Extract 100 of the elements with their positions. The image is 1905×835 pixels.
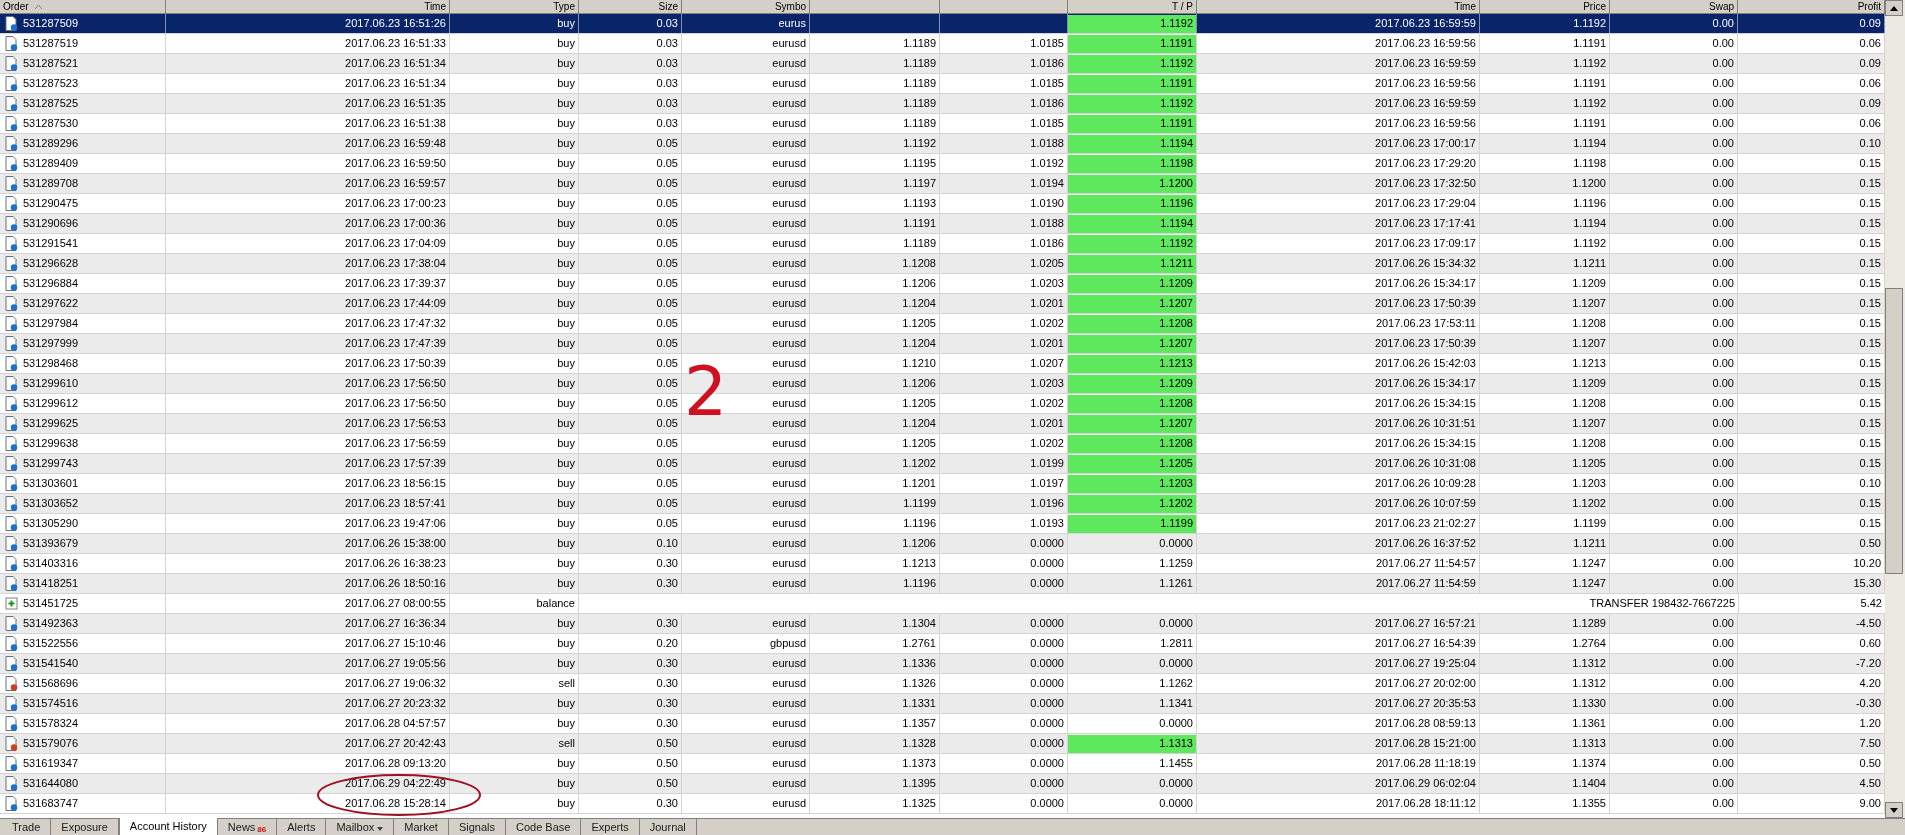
close-price-cell: 1.1289 <box>1480 614 1610 633</box>
table-row[interactable]: 531289409 2017.06.23 16:59:50 buy 0.05 eurusd 1.1195 1.0192 1.1198 2017.06.23 17:29:20 1.1198 0.00 0.15 <box>0 154 1885 174</box>
close-time-cell: 2017.06.23 17:17:41 <box>1197 214 1480 233</box>
document-icon <box>5 176 18 191</box>
type-cell: buy <box>450 274 579 293</box>
symbol-cell: eurusd <box>682 294 810 313</box>
table-row[interactable]: 531579076 2017.06.27 20:42:43 sell 0.50 eurusd 1.1328 0.0000 1.1313 2017.06.28 15:21:00 1.1313 0.00 7.50 <box>0 734 1885 754</box>
table-row[interactable]: 531287509 2017.06.23 16:51:26 buy 0.03 eurus 1.1192 2017.06.23 16:59:59 1.1192 0.00 0.09 <box>0 14 1885 34</box>
table-row[interactable]: 531418251 2017.06.26 18:50:16 buy 0.30 eurusd 1.1196 0.0000 1.1261 2017.06.27 11:54:59 1.1247 0.00 15.30 <box>0 574 1885 594</box>
table-row[interactable]: 531299638 2017.06.23 17:56:59 buy 0.05 eurusd 1.1205 1.0202 1.1208 2017.06.26 15:34:15 1.1208 0.00 0.15 <box>0 434 1885 454</box>
column-header[interactable]: Symbo <box>774 0 806 13</box>
symbol-cell: eurusd <box>682 674 810 693</box>
close-time-cell: 2017.06.28 18:11:12 <box>1197 794 1480 813</box>
table-row[interactable]: 531291541 2017.06.23 17:04:09 buy 0.05 eurusd 1.1189 1.0186 1.1192 2017.06.23 17:09:17 1.1192 0.00 0.15 <box>0 234 1885 254</box>
order-number: 531644080 <box>23 776 79 792</box>
table-row[interactable]: 531568696 2017.06.27 19:06:32 sell 0.30 eurusd 1.1326 0.0000 1.1262 2017.06.27 20:02:00 1.1312 0.00 4.20 <box>0 674 1885 694</box>
table-row[interactable]: 531287530 2017.06.23 16:51:38 buy 0.03 eurusd 1.1189 1.0185 1.1191 2017.06.23 16:59:56 1.1191 0.00 0.06 <box>0 114 1885 134</box>
tab[interactable]: Trade <box>2 819 52 835</box>
order-number: 531522556 <box>23 636 79 652</box>
size-cell: 0.05 <box>579 334 682 353</box>
table-row[interactable]: 531574516 2017.06.27 20:23:32 buy 0.30 eurusd 1.1331 0.0000 1.1341 2017.06.27 20:35:53 1.1330 0.00 -0.30 <box>0 694 1885 714</box>
table-row[interactable]: 531296628 2017.06.23 17:38:04 buy 0.05 eurusd 1.1208 1.0205 1.1211 2017.06.26 15:34:32 1.1211 0.00 0.15 <box>0 254 1885 274</box>
tab[interactable]: Code Base <box>506 819 582 835</box>
column-header[interactable]: Order <box>3 0 29 13</box>
document-icon <box>5 96 18 111</box>
swap-cell: 0.00 <box>1610 74 1738 93</box>
document-icon <box>5 416 18 431</box>
close-price-cell: 1.1213 <box>1480 354 1610 373</box>
tab[interactable]: Journal <box>639 819 697 835</box>
open-time-cell: 2017.06.23 19:47:06 <box>166 514 450 533</box>
tab[interactable]: Exposure <box>51 819 119 835</box>
type-cell: sell <box>450 674 579 693</box>
table-row[interactable]: 531492363 2017.06.27 16:36:34 buy 0.30 eurusd 1.1304 0.0000 0.0000 2017.06.27 16:57:21 1.1289 0.00 -4.50 <box>0 614 1885 634</box>
document-icon <box>5 576 18 591</box>
type-cell: buy <box>450 474 579 493</box>
column-header[interactable]: Price <box>1583 0 1606 13</box>
take-profit-cell: 1.1192 <box>1068 14 1196 33</box>
table-row[interactable]: 531290696 2017.06.23 17:00:36 buy 0.05 eurusd 1.1191 1.0188 1.1194 2017.06.23 17:17:41 1.1194 0.00 0.15 <box>0 214 1885 234</box>
column-header[interactable]: Size <box>658 0 678 13</box>
table-row[interactable]: 531619347 2017.06.28 09:13:20 buy 0.50 eurusd 1.1373 0.0000 1.1455 2017.06.28 11:18:19 1.1374 0.00 0.50 <box>0 754 1885 774</box>
symbol-cell: eurus <box>682 14 810 33</box>
symbol-cell: eurusd <box>682 494 810 513</box>
open-time-cell: 2017.06.28 15:28:14 <box>166 794 450 813</box>
tab[interactable]: Market <box>394 819 449 835</box>
take-profit-cell: 1.1192 <box>1068 94 1196 113</box>
document-icon <box>5 516 18 531</box>
table-row[interactable]: 531299743 2017.06.23 17:57:39 buy 0.05 eurusd 1.1202 1.0199 1.1205 2017.06.26 10:31:08 1.1205 0.00 0.15 <box>0 454 1885 474</box>
scroll-down-icon[interactable] <box>1885 802 1903 818</box>
table-row[interactable]: 531451725 2017.06.27 08:00:55 balance TRANSFER 198432-7667225 5.42 <box>0 594 1885 614</box>
close-price-cell: 1.1374 <box>1480 754 1610 773</box>
table-row[interactable]: 531299625 2017.06.23 17:56:53 buy 0.05 eurusd 1.1204 1.0201 1.1207 2017.06.26 10:31:51 1.1207 0.00 0.15 <box>0 414 1885 434</box>
column-header[interactable]: Swap <box>1709 0 1734 13</box>
tab[interactable]: Alerts <box>277 819 327 835</box>
close-time-cell: 2017.06.23 17:29:20 <box>1197 154 1480 173</box>
column-header[interactable]: Time <box>424 0 446 13</box>
table-row[interactable]: 531303601 2017.06.23 18:56:15 buy 0.05 eurusd 1.1201 1.0197 1.1203 2017.06.26 10:09:28 1.1203 0.00 0.10 <box>0 474 1885 494</box>
table-row[interactable]: 531644080 2017.06.29 04:22:49 buy 0.50 eurusd 1.1395 0.0000 0.0000 2017.06.29 06:02:04 1.1404 0.00 4.50 <box>0 774 1885 794</box>
swap-cell: 0.00 <box>1610 274 1738 293</box>
tab[interactable]: Signals <box>448 819 506 835</box>
table-row[interactable]: 531289296 2017.06.23 16:59:48 buy 0.05 eurusd 1.1192 1.0188 1.1194 2017.06.23 17:00:17 1.1194 0.00 0.10 <box>0 134 1885 154</box>
column-header[interactable]: Time <box>1454 0 1476 13</box>
tab[interactable]: Account History <box>118 818 218 835</box>
table-row[interactable]: 531297984 2017.06.23 17:47:32 buy 0.05 eurusd 1.1205 1.0202 1.1208 2017.06.23 17:53:11 1.1208 0.00 0.15 <box>0 314 1885 334</box>
order-number: 531296628 <box>23 256 79 272</box>
table-row[interactable]: 531290475 2017.06.23 17:00:23 buy 0.05 eurusd 1.1193 1.0190 1.1196 2017.06.23 17:29:04 1.1196 0.00 0.15 <box>0 194 1885 214</box>
table-row[interactable]: 531303652 2017.06.23 18:57:41 buy 0.05 eurusd 1.1199 1.0196 1.1202 2017.06.26 10:07:59 1.1202 0.00 0.15 <box>0 494 1885 514</box>
table-row[interactable]: 531403316 2017.06.26 16:38:23 buy 0.30 eurusd 1.1213 0.0000 1.1259 2017.06.27 11:54:57 1.1247 0.00 10.20 <box>0 554 1885 574</box>
column-header[interactable]: T / P <box>1172 0 1193 13</box>
price-cell: 1.2761 <box>810 634 940 653</box>
size-cell: 0.05 <box>579 274 682 293</box>
table-row[interactable]: 531297622 2017.06.23 17:44:09 buy 0.05 eurusd 1.1204 1.0201 1.1207 2017.06.23 17:50:39 1.1207 0.00 0.15 <box>0 294 1885 314</box>
close-time-cell: 2017.06.27 16:57:21 <box>1197 614 1480 633</box>
table-row[interactable]: 531305290 2017.06.23 19:47:06 buy 0.05 eurusd 1.1196 1.0193 1.1199 2017.06.23 21:02:27 1.1199 0.00 0.15 <box>0 514 1885 534</box>
table-row[interactable]: 531287521 2017.06.23 16:51:34 buy 0.03 eurusd 1.1189 1.0186 1.1192 2017.06.23 16:59:59 1.1192 0.00 0.09 <box>0 54 1885 74</box>
column-header[interactable]: Profit <box>1857 0 1881 13</box>
order-number: 531287519 <box>23 36 79 52</box>
scroll-up-icon[interactable] <box>1885 0 1903 16</box>
tab[interactable]: Mailbox <box>326 819 395 835</box>
swap-cell: 0.00 <box>1610 494 1738 513</box>
column-header[interactable]: Type <box>553 0 575 13</box>
tab[interactable]: Experts <box>581 819 640 835</box>
table-row[interactable]: 531296884 2017.06.23 17:39:37 buy 0.05 eurusd 1.1206 1.0203 1.1209 2017.06.26 15:34:17 1.1209 0.00 0.15 <box>0 274 1885 294</box>
table-row[interactable]: 531287519 2017.06.23 16:51:33 buy 0.03 eurusd 1.1189 1.0185 1.1191 2017.06.23 16:59:56 1.1191 0.00 0.06 <box>0 34 1885 54</box>
scrollbar[interactable] <box>1885 0 1905 818</box>
open-time-cell: 2017.06.28 09:13:20 <box>166 754 450 773</box>
order-number: 531291541 <box>23 236 79 252</box>
scroll-thumb[interactable] <box>1885 288 1903 574</box>
table-row[interactable]: 531289708 2017.06.23 16:59:57 buy 0.05 eurusd 1.1197 1.0194 1.1200 2017.06.23 17:32:50 1.1200 0.00 0.15 <box>0 174 1885 194</box>
stop-loss-cell: 0.0000 <box>940 694 1068 713</box>
table-row[interactable]: 531287525 2017.06.23 16:51:35 buy 0.03 eurusd 1.1189 1.0186 1.1192 2017.06.23 16:59:59 1.1192 0.00 0.09 <box>0 94 1885 114</box>
table-row[interactable]: 531541540 2017.06.27 19:05:56 buy 0.30 eurusd 1.1336 0.0000 0.0000 2017.06.27 19:25:04 1.1312 0.00 -7.20 <box>0 654 1885 674</box>
table-row[interactable]: 531522556 2017.06.27 15:10:46 buy 0.20 gbpusd 1.2761 0.0000 1.2811 2017.06.27 16:54:39 1.2764 0.00 0.60 <box>0 634 1885 654</box>
table-row[interactable]: 531683747 2017.06.28 15:28:14 buy 0.30 eurusd 1.1325 0.0000 0.0000 2017.06.28 18:11:12 1.1355 0.00 9.00 <box>0 794 1885 814</box>
document-icon <box>5 336 18 351</box>
table-row[interactable]: 531393679 2017.06.26 15:38:00 buy 0.10 eurusd 1.1206 0.0000 0.0000 2017.06.26 16:37:52 1.1211 0.00 0.50 <box>0 534 1885 554</box>
table-row[interactable]: 531578324 2017.06.28 04:57:57 buy 0.30 eurusd 1.1357 0.0000 0.0000 2017.06.28 08:59:13 1.1361 0.00 1.20 <box>0 714 1885 734</box>
table-row[interactable]: 531297999 2017.06.23 17:47:39 buy 0.05 eurusd 1.1204 1.0201 1.1207 2017.06.23 17:50:39 1.1207 0.00 0.15 <box>0 334 1885 354</box>
take-profit-cell: 1.1213 <box>1068 354 1196 373</box>
take-profit-cell: 1.1207 <box>1068 294 1196 313</box>
table-row[interactable]: 531287523 2017.06.23 16:51:34 buy 0.03 eurusd 1.1189 1.0185 1.1191 2017.06.23 16:59:56 1.1191 0.00 0.06 <box>0 74 1885 94</box>
